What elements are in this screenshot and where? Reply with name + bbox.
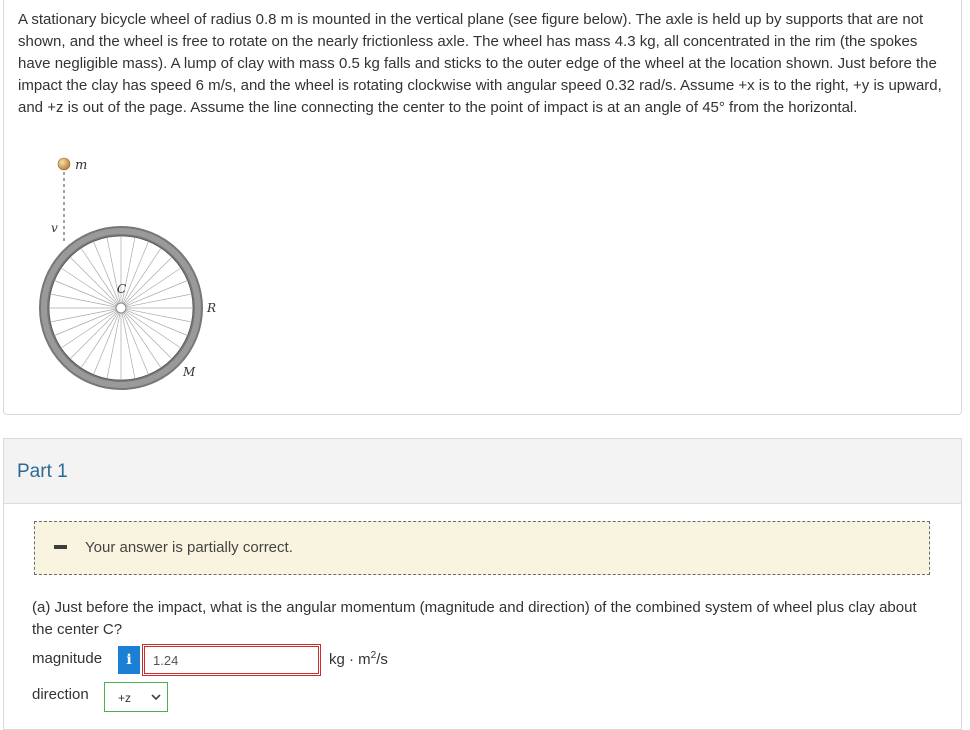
magnitude-row: magnitude i kg · m2/s (32, 644, 532, 676)
label-v: v (51, 221, 58, 235)
chevron-down-icon (151, 688, 161, 709)
label-c: C (117, 282, 126, 296)
feedback-message: Your answer is partially correct. (85, 539, 293, 556)
magnitude-input[interactable] (142, 644, 321, 676)
label-r: R (206, 301, 216, 315)
part-header: Part 1 (4, 439, 961, 504)
label-M: M (182, 365, 196, 379)
info-icon[interactable]: i (118, 646, 140, 674)
direction-row: direction +z (32, 682, 332, 714)
wheel-hub (115, 302, 127, 314)
direction-select[interactable]: +z (104, 682, 168, 712)
question-text: (a) Just before the impact, what is the … (32, 599, 917, 638)
magnitude-unit: kg · m2/s (329, 650, 388, 668)
part-card: Part 1 Your answer is partially correct.… (3, 438, 962, 730)
label-m: m (75, 158, 87, 173)
problem-card: A stationary bicycle wheel of radius 0.8… (3, 0, 962, 415)
wheel-figure: m v C R M (39, 157, 216, 390)
partially-correct-icon (54, 545, 67, 549)
part-title: Part 1 (17, 461, 68, 482)
direction-label: direction (32, 686, 89, 703)
problem-text: A stationary bicycle wheel of radius 0.8… (18, 11, 942, 116)
clay-lump (57, 157, 71, 171)
feedback-box: Your answer is partially correct. (34, 521, 930, 575)
magnitude-label: magnitude (32, 650, 103, 667)
direction-value: +z (118, 691, 132, 705)
